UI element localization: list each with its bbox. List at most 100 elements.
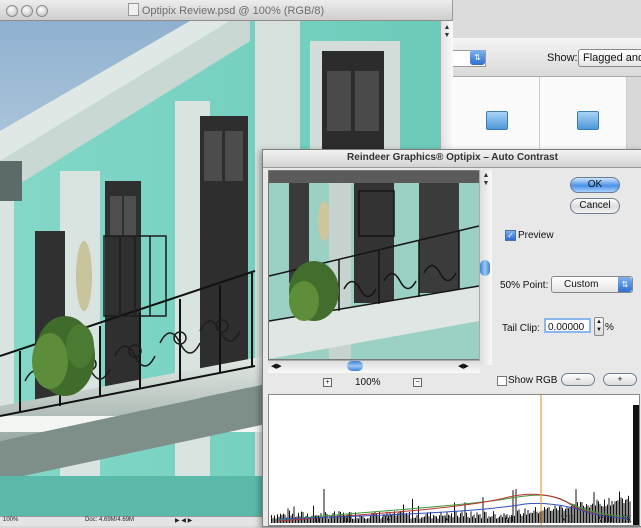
document-title-text: Optipix Review.psd @ 100% (RGB/8)	[141, 5, 325, 17]
preview-horizontal-scrollbar[interactable]: ◀▶ ◀▶	[268, 360, 480, 373]
histogram-bar	[614, 501, 616, 523]
histogram-label: VII	[561, 514, 574, 524]
histogram-bar	[367, 518, 368, 523]
preview-vertical-scroll-thumb[interactable]	[480, 260, 490, 276]
histogram-bar	[287, 508, 289, 523]
histogram-bar	[524, 508, 526, 523]
histogram-bar	[451, 513, 452, 523]
histogram-bar	[577, 502, 578, 523]
histogram-bar	[275, 518, 277, 523]
histogram-bar	[478, 514, 479, 523]
histogram-bar	[542, 510, 544, 523]
tail-clip-stepper[interactable]: ▲ ▼	[594, 317, 604, 336]
psd-file-icon	[127, 3, 139, 16]
histogram-bar	[473, 514, 475, 523]
scroll-up-icon[interactable]: ▲	[441, 24, 453, 32]
midpoint-select-value: Custom	[564, 279, 599, 290]
histogram-bar	[527, 509, 529, 523]
histogram-bar	[415, 517, 416, 523]
histogram-bar	[421, 517, 422, 523]
preview-horizontal-scroll-thumb[interactable]	[347, 361, 363, 371]
histogram-bar	[547, 507, 548, 523]
scroll-down-icon[interactable]: ▼	[441, 32, 453, 40]
plus-button[interactable]: +	[603, 373, 637, 386]
histogram-bar	[356, 517, 358, 523]
auto-contrast-dialog: Reindeer Graphics® Optipix – Auto Contra…	[262, 149, 641, 527]
document-titlebar[interactable]: Optipix Review.psd @ 100% (RGB/8)	[0, 0, 452, 21]
histogram-bar	[515, 489, 517, 523]
midpoint-select[interactable]: Custom ⇅	[551, 276, 633, 293]
histogram-bar	[548, 507, 550, 523]
zoom-in-button[interactable]: +	[323, 378, 332, 387]
histogram-bar	[472, 516, 473, 523]
histogram-bar	[500, 514, 502, 523]
histogram-bar	[530, 512, 532, 523]
histogram-bar	[434, 515, 436, 523]
histogram-bar	[437, 518, 439, 523]
thumbnail-cell[interactable]	[540, 77, 627, 153]
histogram-bar	[523, 513, 524, 523]
scroll-down-icon[interactable]: ▼	[480, 180, 492, 188]
tail-clip-label: Tail Clip:	[502, 323, 540, 334]
preview-image[interactable]	[268, 170, 480, 360]
show-filter-select[interactable]: Flagged and	[578, 49, 641, 67]
histogram-bar	[398, 511, 400, 523]
preview-photo	[269, 171, 479, 359]
minus-button[interactable]: −	[561, 373, 595, 386]
histogram-panel[interactable]: II III IV V VI VII VIII IX	[268, 394, 640, 526]
preview-zoom-label: 100%	[355, 377, 381, 388]
histogram-bar	[430, 511, 431, 523]
zoom-out-button[interactable]: −	[413, 378, 422, 387]
histogram-bar	[538, 513, 539, 523]
browser-toolbar-top	[453, 0, 641, 39]
histogram-bar	[475, 518, 476, 523]
histogram-bar	[550, 510, 551, 523]
histogram-bar	[332, 513, 334, 523]
zoom-readout[interactable]: 100%	[3, 517, 18, 523]
histogram-bar	[470, 511, 472, 523]
histogram-bar	[502, 516, 503, 523]
histogram-bar	[458, 517, 460, 523]
histogram-bar	[353, 518, 355, 523]
histogram-bar	[289, 510, 290, 523]
histogram-bar	[518, 509, 520, 523]
show-rgb-checkbox[interactable]	[497, 376, 507, 386]
histogram-bar	[425, 514, 427, 523]
histogram-bar	[580, 502, 581, 523]
histogram-bar	[514, 515, 515, 523]
scroll-right-icon[interactable]: ◀▶	[458, 362, 469, 370]
histogram-bar	[554, 505, 556, 523]
histogram-bar	[521, 515, 523, 523]
ok-button[interactable]: OK	[570, 177, 620, 193]
histogram-bar	[532, 512, 533, 523]
histogram-bar	[587, 505, 589, 523]
histogram-bar	[491, 516, 493, 523]
histogram-bar	[413, 517, 415, 523]
tail-clip-input[interactable]: 0.00000	[544, 318, 591, 333]
histogram-label: IX	[622, 514, 632, 524]
histogram-bar	[539, 511, 541, 523]
status-menu-icon[interactable]: ▶ ◀ ▶	[175, 517, 192, 524]
preview-checkbox[interactable]: ✓	[505, 230, 516, 241]
chevron-updown-icon[interactable]: ⇅	[470, 50, 485, 65]
thumbnail-cell[interactable]	[453, 77, 540, 153]
histogram-bar	[593, 492, 595, 523]
histogram-bar	[467, 516, 469, 523]
preview-checkbox-label: Preview	[518, 230, 554, 241]
histogram-label: III	[343, 514, 352, 524]
histogram-bar	[481, 518, 482, 523]
histogram-bar	[377, 516, 379, 523]
histogram-bar	[293, 506, 295, 523]
scroll-up-icon[interactable]: ▲	[480, 172, 492, 180]
scroll-left-icon[interactable]: ◀▶	[271, 362, 282, 370]
cancel-button[interactable]: Cancel	[570, 198, 620, 214]
histogram-bar	[520, 514, 521, 523]
histogram-bar	[536, 511, 538, 523]
dialog-titlebar[interactable]: Reindeer Graphics® Optipix – Auto Contra…	[263, 150, 641, 168]
histogram-bar	[361, 516, 362, 523]
histogram-bar	[305, 515, 307, 523]
histogram-bar	[590, 504, 592, 523]
histogram-bar	[533, 510, 535, 523]
dialog-title: Reindeer Graphics® Optipix – Auto Contra…	[347, 152, 558, 163]
folder-icon	[577, 111, 599, 130]
